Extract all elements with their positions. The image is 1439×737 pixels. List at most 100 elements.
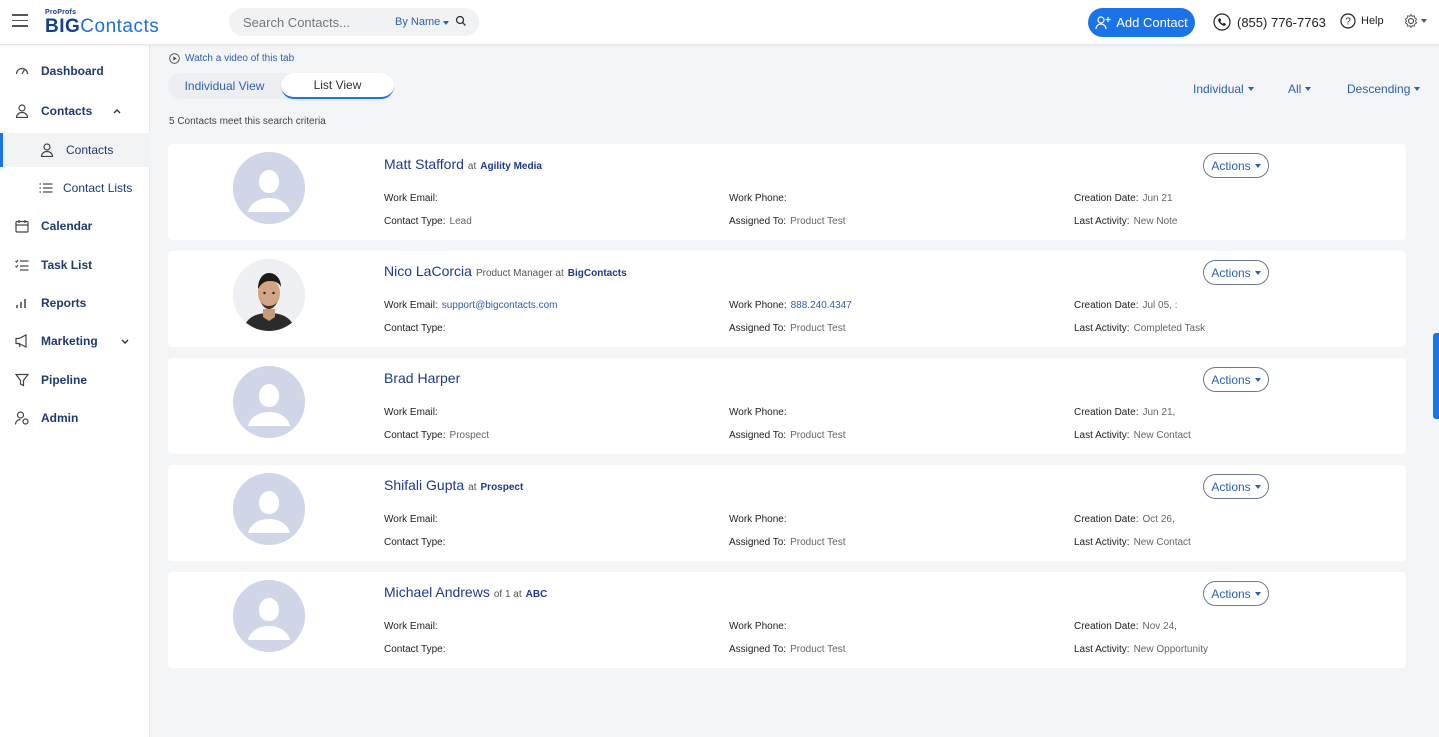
creation-date-field: Creation Date: Nov 24, [1074, 621, 1177, 632]
sidebar-item-pipeline[interactable]: Pipeline [0, 363, 150, 397]
actions-button[interactable]: Actions [1203, 581, 1269, 606]
sidebar-item-contacts[interactable]: Contacts [0, 94, 150, 128]
contact-type-field: Contact Type: Prospect [384, 430, 489, 441]
work-phone-field: Work Phone: 888.240.4347 [729, 300, 852, 311]
email-link[interactable]: support@bigcontacts.com [442, 300, 558, 311]
bar-chart-icon [14, 295, 30, 311]
work-email-field: Work Email: [384, 193, 438, 204]
creation-date-field: Creation Date: Oct 26, [1074, 514, 1175, 525]
calendar-icon [14, 218, 30, 234]
avatar[interactable] [233, 473, 305, 545]
watch-video-link[interactable]: Watch a video of this tab [169, 53, 294, 64]
chevron-down-icon [1254, 377, 1261, 382]
add-contact-button[interactable]: Add Contact [1088, 8, 1195, 37]
work-email-field: Work Email: [384, 407, 438, 418]
work-phone-field: Work Phone: [729, 621, 787, 632]
default-avatar-icon [233, 366, 305, 438]
default-avatar-icon [233, 473, 305, 545]
sidebar-item-dashboard[interactable]: Dashboard [0, 54, 150, 88]
sidebar-item-task-list[interactable]: Task List [0, 248, 150, 282]
chevron-down-icon [1254, 163, 1261, 168]
last-activity-field: Last Activity: Completed Task [1074, 323, 1206, 334]
avatar[interactable] [233, 152, 305, 224]
assigned-to-field: Assigned To: Product Test [729, 644, 846, 655]
default-avatar-icon [233, 152, 305, 224]
chevron-down-icon [1421, 19, 1427, 23]
view-toggle: Individual View List View [168, 73, 394, 99]
search-box: By Name [229, 8, 479, 36]
phone-link[interactable]: 888.240.4347 [791, 300, 852, 311]
contact-name[interactable]: Nico LaCorcia [384, 263, 472, 279]
creation-date-field: Creation Date: Jun 21 [1074, 193, 1173, 204]
contact-name[interactable]: Shifali Gupta [384, 477, 464, 493]
search-icon[interactable] [455, 15, 467, 27]
chevron-down-icon [1305, 87, 1312, 91]
contact-type-field: Contact Type: [384, 644, 446, 655]
contact-subtitle: at [468, 482, 477, 493]
result-count: 5 Contacts meet this search criteria [169, 116, 326, 127]
avatar[interactable] [233, 259, 305, 331]
sidebar-item-admin[interactable]: Admin [0, 401, 150, 435]
last-activity-field: Last Activity: New Opportunity [1074, 644, 1209, 655]
sidebar-item-contact-lists[interactable]: Contact Lists [0, 171, 150, 205]
assigned-to-field: Assigned To: Product Test [729, 323, 846, 334]
company-link[interactable]: Prospect [481, 482, 524, 493]
chevron-down-icon [1254, 484, 1261, 489]
work-phone-field: Work Phone: [729, 407, 787, 418]
creation-date-field: Creation Date: Jun 21, [1074, 407, 1176, 418]
chevron-down-icon [1254, 591, 1261, 596]
sidebar-item-marketing[interactable]: Marketing [0, 324, 150, 358]
actions-button[interactable]: Actions [1203, 474, 1269, 499]
contact-card: Nico LaCorcia Product Manager at BigCont… [168, 251, 1406, 347]
filter-all-dropdown[interactable]: All [1288, 82, 1312, 96]
avatar[interactable] [233, 580, 305, 652]
sidebar-item-reports[interactable]: Reports [0, 286, 150, 320]
settings-menu[interactable] [1403, 13, 1427, 29]
feedback-tab[interactable] [1433, 333, 1439, 419]
actions-button[interactable]: Actions [1203, 367, 1269, 392]
contact-name[interactable]: Brad Harper [384, 370, 460, 386]
filter-individual-dropdown[interactable]: Individual [1193, 82, 1254, 96]
default-avatar-icon [233, 580, 305, 652]
work-phone-field: Work Phone: [729, 193, 787, 204]
last-activity-field: Last Activity: New Contact [1074, 430, 1191, 441]
chevron-up-icon [113, 109, 121, 114]
last-activity-field: Last Activity: New Contact [1074, 537, 1191, 548]
avatar[interactable] [233, 366, 305, 438]
sidebar-item-calendar[interactable]: Calendar [0, 209, 150, 243]
company-link[interactable]: BigContacts [568, 268, 627, 279]
contact-subtitle: at [467, 161, 477, 172]
sidebar-item-contacts-sub[interactable]: Contacts [0, 133, 150, 167]
contact-name[interactable]: Matt Stafford [384, 156, 464, 172]
last-activity-field: Last Activity: New Note [1074, 216, 1178, 227]
tab-individual-view[interactable]: Individual View [168, 73, 281, 99]
top-bar: ProProfs BIGContacts By Name Add Contact… [0, 0, 1439, 45]
assigned-to-field: Assigned To: Product Test [729, 537, 846, 548]
sort-order-dropdown[interactable]: Descending [1347, 82, 1421, 96]
company-link[interactable]: Agility Media [480, 161, 542, 172]
menu-icon[interactable] [12, 14, 28, 27]
contact-card: Matt Stafford at Agility Media Work Emai… [168, 144, 1406, 240]
list-icon [38, 180, 54, 196]
svg-text:?: ? [1345, 17, 1351, 28]
profile-photo [233, 259, 305, 331]
support-phone[interactable]: (855) 776-7763 [1213, 13, 1326, 31]
actions-button[interactable]: Actions [1203, 153, 1269, 178]
logo[interactable]: ProProfs BIGContacts [45, 9, 159, 36]
work-phone-field: Work Phone: [729, 514, 787, 525]
megaphone-icon [14, 333, 30, 349]
contact-subtitle: of 1 at [493, 589, 522, 600]
contact-type-field: Contact Type: [384, 537, 446, 548]
actions-button[interactable]: Actions [1203, 260, 1269, 285]
search-mode-dropdown[interactable]: By Name [395, 16, 450, 28]
company-link[interactable]: ABC [526, 589, 548, 600]
admin-icon [14, 410, 30, 426]
search-input[interactable] [243, 13, 383, 31]
help-link[interactable]: ? Help [1340, 13, 1384, 29]
contact-name[interactable]: Michael Andrews [384, 584, 490, 600]
contact-card: Michael Andrews of 1 at ABC Work Email: … [168, 572, 1406, 668]
person-icon [14, 103, 30, 119]
tab-list-view[interactable]: List View [281, 73, 394, 99]
funnel-icon [14, 372, 30, 388]
contact-subtitle: Product Manager at [475, 268, 564, 279]
